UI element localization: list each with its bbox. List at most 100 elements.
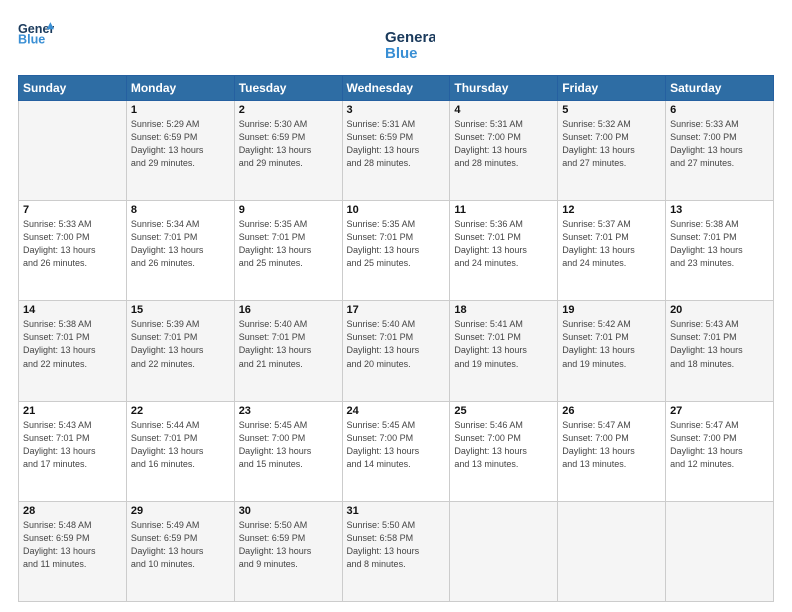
header: General Blue General Blue bbox=[18, 18, 774, 67]
weekday-header-sunday: Sunday bbox=[19, 76, 127, 101]
calendar-cell: 19 Sunrise: 5:42 AM Sunset: 7:01 PM Dayli… bbox=[558, 301, 666, 401]
calendar-cell: 16 Sunrise: 5:40 AM Sunset: 7:01 PM Dayli… bbox=[234, 301, 342, 401]
calendar-cell: 13Sunrise: 5:38 AM Sunset: 7:01 PM Dayli… bbox=[666, 201, 774, 301]
day-number: 1 bbox=[131, 104, 230, 116]
weekday-header-saturday: Saturday bbox=[666, 76, 774, 101]
calendar-cell: 31 Sunrise: 5:50 AM Sunset: 6:58 PM Dayli… bbox=[342, 501, 450, 601]
day-number: 19 bbox=[562, 304, 661, 316]
calendar-cell: 21 Sunrise: 5:43 AM Sunset: 7:01 PM Dayli… bbox=[19, 401, 127, 501]
day-info: Sunrise: 5:45 AM Sunset: 7:00 PM Dayligh… bbox=[347, 419, 446, 471]
day-info: Sunrise: 5:35 AM Sunset: 7:01 PM Dayligh… bbox=[347, 218, 446, 270]
logo-bird-icon: General Blue bbox=[385, 24, 435, 62]
day-number: 3 bbox=[347, 104, 446, 116]
calendar-cell: 9 Sunrise: 5:35 AM Sunset: 7:01 PM Daylig… bbox=[234, 201, 342, 301]
svg-text:Blue: Blue bbox=[385, 45, 418, 62]
day-number: 27 bbox=[670, 405, 769, 417]
calendar-cell: 23Sunrise: 5:45 AM Sunset: 7:00 PM Dayli… bbox=[234, 401, 342, 501]
day-info: Sunrise: 5:47 AM Sunset: 7:00 PM Dayligh… bbox=[670, 419, 769, 471]
calendar-cell: 22Sunrise: 5:44 AM Sunset: 7:01 PM Dayli… bbox=[126, 401, 234, 501]
calendar-cell: 11 Sunrise: 5:36 AM Sunset: 7:01 PM Dayli… bbox=[450, 201, 558, 301]
day-info: Sunrise: 5:31 AM Sunset: 6:59 PM Dayligh… bbox=[347, 118, 446, 170]
day-number: 21 bbox=[23, 405, 122, 417]
day-number: 22 bbox=[131, 405, 230, 417]
day-info: Sunrise: 5:42 AM Sunset: 7:01 PM Dayligh… bbox=[562, 318, 661, 370]
week-row-5: 28 Sunrise: 5:48 AM Sunset: 6:59 PM Dayli… bbox=[19, 501, 774, 601]
day-info: Sunrise: 5:35 AM Sunset: 7:01 PM Dayligh… bbox=[239, 218, 338, 270]
day-number: 9 bbox=[239, 204, 338, 216]
day-info: Sunrise: 5:43 AM Sunset: 7:01 PM Dayligh… bbox=[23, 419, 122, 471]
day-number: 12 bbox=[562, 204, 661, 216]
day-info: Sunrise: 5:38 AM Sunset: 7:01 PM Dayligh… bbox=[23, 318, 122, 370]
day-info: Sunrise: 5:40 AM Sunset: 7:01 PM Dayligh… bbox=[239, 318, 338, 370]
day-number: 2 bbox=[239, 104, 338, 116]
calendar-cell bbox=[450, 501, 558, 601]
day-info: Sunrise: 5:30 AM Sunset: 6:59 PM Dayligh… bbox=[239, 118, 338, 170]
calendar-cell bbox=[666, 501, 774, 601]
day-info: Sunrise: 5:29 AM Sunset: 6:59 PM Dayligh… bbox=[131, 118, 230, 170]
day-info: Sunrise: 5:48 AM Sunset: 6:59 PM Dayligh… bbox=[23, 519, 122, 571]
calendar-cell: 20 Sunrise: 5:43 AM Sunset: 7:01 PM Dayli… bbox=[666, 301, 774, 401]
weekday-header-wednesday: Wednesday bbox=[342, 76, 450, 101]
day-number: 26 bbox=[562, 405, 661, 417]
day-number: 4 bbox=[454, 104, 553, 116]
calendar-cell: 18 Sunrise: 5:41 AM Sunset: 7:01 PM Dayli… bbox=[450, 301, 558, 401]
week-row-3: 14 Sunrise: 5:38 AM Sunset: 7:01 PM Dayli… bbox=[19, 301, 774, 401]
weekday-header-tuesday: Tuesday bbox=[234, 76, 342, 101]
day-info: Sunrise: 5:41 AM Sunset: 7:01 PM Dayligh… bbox=[454, 318, 553, 370]
calendar-cell: 28 Sunrise: 5:48 AM Sunset: 6:59 PM Dayli… bbox=[19, 501, 127, 601]
day-info: Sunrise: 5:33 AM Sunset: 7:00 PM Dayligh… bbox=[670, 118, 769, 170]
day-info: Sunrise: 5:37 AM Sunset: 7:01 PM Dayligh… bbox=[562, 218, 661, 270]
logo: General Blue bbox=[18, 18, 56, 46]
calendar-cell: 12 Sunrise: 5:37 AM Sunset: 7:01 PM Dayli… bbox=[558, 201, 666, 301]
day-number: 20 bbox=[670, 304, 769, 316]
day-number: 17 bbox=[347, 304, 446, 316]
day-number: 14 bbox=[23, 304, 122, 316]
day-info: Sunrise: 5:50 AM Sunset: 6:58 PM Dayligh… bbox=[347, 519, 446, 571]
svg-text:Blue: Blue bbox=[18, 33, 45, 46]
day-info: Sunrise: 5:46 AM Sunset: 7:00 PM Dayligh… bbox=[454, 419, 553, 471]
calendar-cell: 30 Sunrise: 5:50 AM Sunset: 6:59 PM Dayli… bbox=[234, 501, 342, 601]
day-number: 8 bbox=[131, 204, 230, 216]
page: General Blue General Blue SundayMondayTu… bbox=[0, 0, 792, 612]
day-info: Sunrise: 5:43 AM Sunset: 7:01 PM Dayligh… bbox=[670, 318, 769, 370]
day-number: 31 bbox=[347, 505, 446, 517]
calendar-cell: 29 Sunrise: 5:49 AM Sunset: 6:59 PM Dayli… bbox=[126, 501, 234, 601]
day-number: 6 bbox=[670, 104, 769, 116]
day-info: Sunrise: 5:31 AM Sunset: 7:00 PM Dayligh… bbox=[454, 118, 553, 170]
day-number: 24 bbox=[347, 405, 446, 417]
logo-icon: General Blue bbox=[18, 18, 54, 46]
week-row-2: 7Sunrise: 5:33 AM Sunset: 7:00 PM Daylig… bbox=[19, 201, 774, 301]
day-number: 16 bbox=[239, 304, 338, 316]
day-info: Sunrise: 5:45 AM Sunset: 7:00 PM Dayligh… bbox=[239, 419, 338, 471]
calendar-table: SundayMondayTuesdayWednesdayThursdayFrid… bbox=[18, 75, 774, 602]
day-info: Sunrise: 5:49 AM Sunset: 6:59 PM Dayligh… bbox=[131, 519, 230, 571]
calendar-cell: 1 Sunrise: 5:29 AM Sunset: 6:59 PM Daylig… bbox=[126, 101, 234, 201]
day-number: 11 bbox=[454, 204, 553, 216]
calendar-cell: 8Sunrise: 5:34 AM Sunset: 7:01 PM Daylig… bbox=[126, 201, 234, 301]
calendar-cell bbox=[19, 101, 127, 201]
day-number: 25 bbox=[454, 405, 553, 417]
day-info: Sunrise: 5:47 AM Sunset: 7:00 PM Dayligh… bbox=[562, 419, 661, 471]
weekday-header-friday: Friday bbox=[558, 76, 666, 101]
calendar-cell: 24 Sunrise: 5:45 AM Sunset: 7:00 PM Dayli… bbox=[342, 401, 450, 501]
day-number: 13 bbox=[670, 204, 769, 216]
calendar-cell: 6 Sunrise: 5:33 AM Sunset: 7:00 PM Daylig… bbox=[666, 101, 774, 201]
day-info: Sunrise: 5:50 AM Sunset: 6:59 PM Dayligh… bbox=[239, 519, 338, 571]
calendar-cell: 27 Sunrise: 5:47 AM Sunset: 7:00 PM Dayli… bbox=[666, 401, 774, 501]
weekday-header-thursday: Thursday bbox=[450, 76, 558, 101]
day-number: 15 bbox=[131, 304, 230, 316]
calendar-cell: 5 Sunrise: 5:32 AM Sunset: 7:00 PM Daylig… bbox=[558, 101, 666, 201]
day-number: 28 bbox=[23, 505, 122, 517]
calendar-cell bbox=[558, 501, 666, 601]
calendar-cell: 2 Sunrise: 5:30 AM Sunset: 6:59 PM Daylig… bbox=[234, 101, 342, 201]
day-number: 18 bbox=[454, 304, 553, 316]
calendar-cell: 14 Sunrise: 5:38 AM Sunset: 7:01 PM Dayli… bbox=[19, 301, 127, 401]
day-number: 30 bbox=[239, 505, 338, 517]
day-number: 10 bbox=[347, 204, 446, 216]
day-number: 29 bbox=[131, 505, 230, 517]
day-number: 5 bbox=[562, 104, 661, 116]
calendar-cell: 4 Sunrise: 5:31 AM Sunset: 7:00 PM Daylig… bbox=[450, 101, 558, 201]
day-number: 7 bbox=[23, 204, 122, 216]
day-info: Sunrise: 5:36 AM Sunset: 7:01 PM Dayligh… bbox=[454, 218, 553, 270]
day-info: Sunrise: 5:32 AM Sunset: 7:00 PM Dayligh… bbox=[562, 118, 661, 170]
